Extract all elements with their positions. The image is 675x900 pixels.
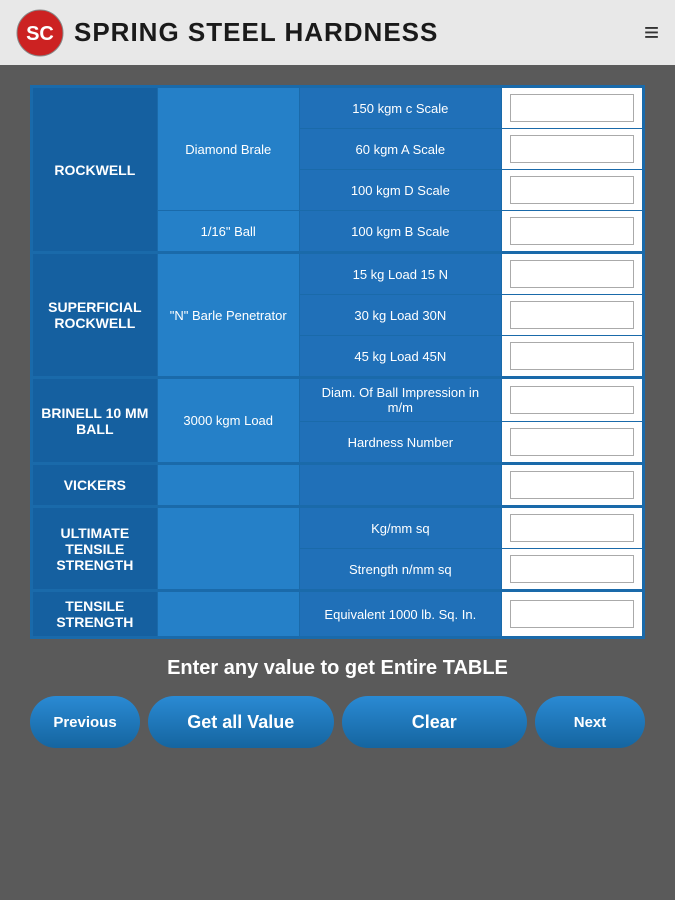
rockwell-input-1[interactable] (510, 94, 634, 122)
detail-kgmmsq: Kg/mm sq (299, 507, 501, 549)
buttons-row: Previous Get all Value Clear Next (30, 696, 645, 748)
brinell-label: BRINELL 10 mm Ball (32, 378, 158, 464)
detail-45kg: 45 kg Load 45N (299, 336, 501, 378)
input-cell (501, 87, 643, 129)
vickers-sub (157, 464, 299, 507)
input-cell (501, 464, 643, 507)
rockwell-input-3[interactable] (510, 176, 634, 204)
detail-hardness-num: Hardness Number (299, 422, 501, 464)
input-cell (501, 253, 643, 295)
uts-input-2[interactable] (510, 555, 634, 583)
input-cell (501, 378, 643, 422)
input-cell (501, 591, 643, 638)
header: SC SPRING STEEL HARDNESS ≡ (0, 0, 675, 65)
input-cell (501, 295, 643, 336)
n-barle-label: "N" Barle Penetrator (157, 253, 299, 378)
diamond-brale-label: Diamond Brale (157, 87, 299, 211)
table-row: VICKERS (32, 464, 644, 507)
instruction-text: Enter any value to get Entire TABLE (167, 657, 508, 680)
detail-strength-nmm: Strength n/mm sq (299, 549, 501, 591)
uts-input-1[interactable] (510, 514, 634, 542)
header-left: SC SPRING STEEL HARDNESS (16, 9, 438, 57)
uts-sub (157, 507, 299, 591)
brinell-input-2[interactable] (510, 428, 634, 456)
rockwell-input-4[interactable] (510, 217, 634, 245)
detail-15kg: 15 kg Load 15 N (299, 253, 501, 295)
vickers-label: VICKERS (32, 464, 158, 507)
ball-label: 1/16" Ball (157, 211, 299, 253)
brinell-load-label: 3000 kgm Load (157, 378, 299, 464)
table-row: BRINELL 10 mm Ball 3000 kgm Load Diam. O… (32, 378, 644, 422)
clear-button[interactable]: Clear (342, 696, 528, 748)
input-cell (501, 170, 643, 211)
app-title: SPRING STEEL HARDNESS (74, 17, 438, 48)
input-cell (501, 422, 643, 464)
table-row: ROCKWELL Diamond Brale 150 kgm c Scale (32, 87, 644, 129)
input-cell (501, 129, 643, 170)
previous-button[interactable]: Previous (30, 696, 140, 748)
svg-text:SC: SC (26, 23, 54, 45)
sup-input-1[interactable] (510, 260, 634, 288)
rockwell-input-2[interactable] (510, 135, 634, 163)
detail-100kgmd: 100 kgm D Scale (299, 170, 501, 211)
uts-label: ULTIMATE TENSILE STRENGTH (32, 507, 158, 591)
superficial-label: SUPERFICIAL ROCKWELL (32, 253, 158, 378)
rockwell-label: ROCKWELL (32, 87, 158, 253)
table-row: SUPERFICIAL ROCKWELL "N" Barle Penetrato… (32, 253, 644, 295)
ts-sub (157, 591, 299, 638)
sup-input-2[interactable] (510, 301, 634, 329)
sup-input-3[interactable] (510, 342, 634, 370)
input-cell (501, 336, 643, 378)
get-all-button[interactable]: Get all Value (148, 696, 334, 748)
vickers-detail (299, 464, 501, 507)
vickers-input-1[interactable] (510, 471, 634, 499)
input-cell (501, 211, 643, 253)
ts-input-1[interactable] (510, 600, 634, 628)
input-cell (501, 507, 643, 549)
brinell-input-1[interactable] (510, 386, 634, 414)
app-logo: SC (16, 9, 64, 57)
detail-60kgm: 60 kgm A Scale (299, 129, 501, 170)
next-button[interactable]: Next (535, 696, 645, 748)
detail-diam: Diam. Of Ball Impression in m/m (299, 378, 501, 422)
input-cell (501, 549, 643, 591)
detail-100kgmb: 100 kgm B Scale (299, 211, 501, 253)
main-content: ROCKWELL Diamond Brale 150 kgm c Scale 6… (0, 65, 675, 900)
menu-icon[interactable]: ≡ (644, 17, 659, 48)
detail-equivalent: Equivalent 1000 lb. Sq. In. (299, 591, 501, 638)
table-row: TENSILE STRENGTH Equivalent 1000 lb. Sq.… (32, 591, 644, 638)
ts-label: TENSILE STRENGTH (32, 591, 158, 638)
detail-30kg: 30 kg Load 30N (299, 295, 501, 336)
detail-150kgm: 150 kgm c Scale (299, 87, 501, 129)
hardness-table: ROCKWELL Diamond Brale 150 kgm c Scale 6… (30, 85, 645, 639)
table-row: ULTIMATE TENSILE STRENGTH Kg/mm sq (32, 507, 644, 549)
